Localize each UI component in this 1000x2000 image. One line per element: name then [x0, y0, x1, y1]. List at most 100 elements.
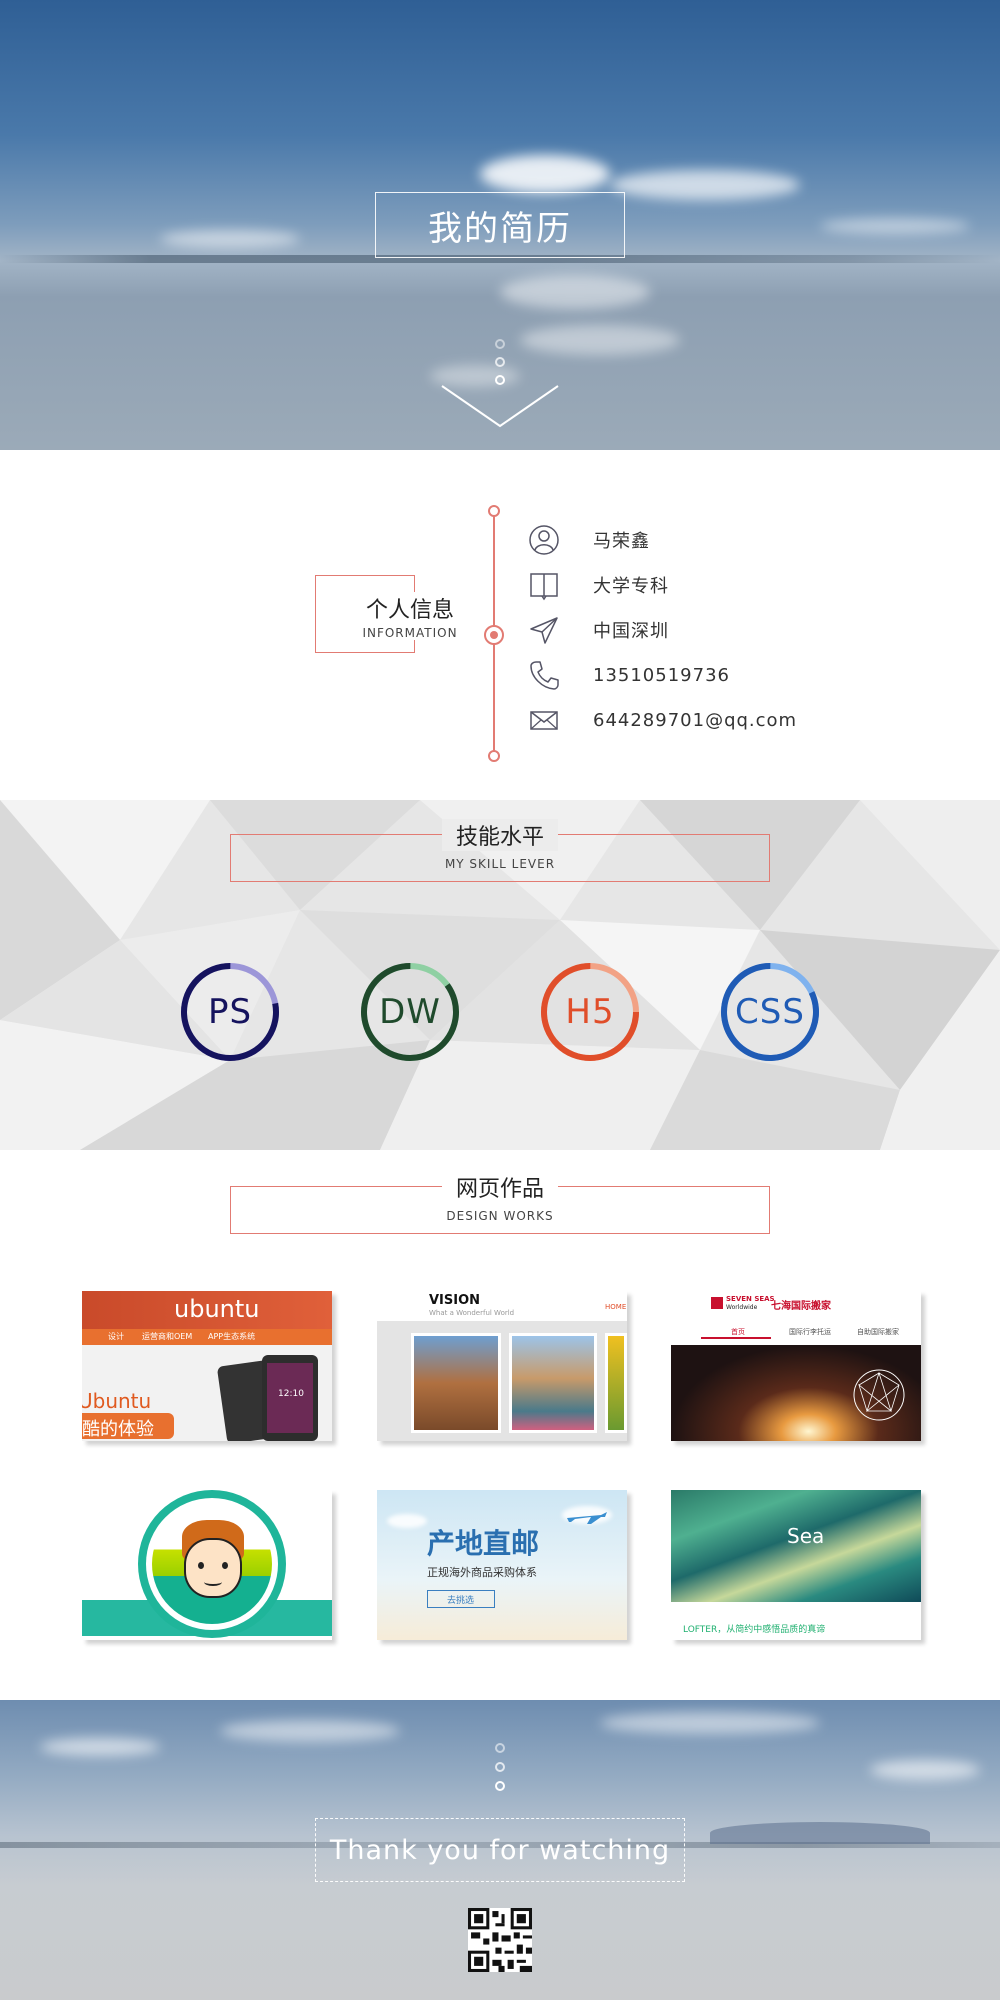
vision-brand: VISION	[429, 1293, 481, 1308]
gallery-photo	[509, 1333, 597, 1433]
info-location: 中国深圳	[593, 621, 669, 642]
seven-seas-nav-item: 自助国际搬家	[857, 1328, 899, 1336]
seven-seas-nav-item: 首页	[731, 1328, 745, 1336]
ubuntu-logo-text: ubuntu	[174, 1295, 260, 1323]
info-row-education: 大学专科	[527, 568, 669, 602]
info-row-email: 644289701@qq.com	[527, 703, 797, 737]
cloud	[610, 170, 800, 200]
gallery-photo	[605, 1333, 627, 1433]
globe-network-icon	[853, 1369, 905, 1421]
cloud	[160, 230, 300, 248]
work-thumbnail-avatar[interactable]	[82, 1490, 332, 1640]
mail-icon	[527, 703, 561, 737]
footer-banner: Thank you for watching	[0, 1700, 1000, 2000]
avatar-eye	[222, 1562, 228, 1569]
location-arrow-icon	[527, 613, 561, 647]
seven-seas-brand-sub: Worldwide	[726, 1304, 758, 1311]
skills-title-frame: 技能水平 MY SKILL LEVER	[230, 819, 770, 882]
ubuntu-hero-subtext: 酷的体验	[82, 1419, 154, 1440]
skill-css: CSS	[720, 962, 820, 1062]
seven-seas-nav-underline	[701, 1337, 771, 1339]
resume-page: 我的简历 个人信息 INFORMATION 马荣鑫 大学专科 中国深圳 1351…	[0, 0, 1000, 2000]
book-icon	[527, 568, 561, 602]
cloud	[40, 1738, 160, 1756]
seven-seas-nav-item: 国际行李托运	[789, 1328, 831, 1336]
skill-label: PS	[207, 992, 253, 1032]
phone-clock: 12:10	[278, 1389, 304, 1399]
hero-title: 我的简历	[375, 192, 625, 258]
work-thumbnail-chandi[interactable]: 产地直邮 正规海外商品采购体系 去挑选	[377, 1490, 627, 1640]
works-title-en: DESIGN WORKS	[446, 1209, 554, 1223]
cloud	[387, 1514, 427, 1528]
info-title-en: INFORMATION	[362, 626, 458, 640]
skills-title-zh: 技能水平	[441, 819, 559, 851]
hero-banner: 我的简历	[0, 0, 1000, 450]
info-title-zh: 个人信息	[365, 598, 454, 623]
info-education: 大学专科	[593, 576, 669, 597]
vision-tagline: What a Wonderful World	[429, 1309, 515, 1317]
cloud	[870, 1760, 980, 1780]
chevron-down-icon[interactable]	[440, 384, 560, 428]
seven-seas-cn-brand: 七海国际搬家	[771, 1301, 831, 1312]
cloud-reflection	[520, 325, 680, 355]
qr-code-icon[interactable]	[468, 1908, 532, 1972]
works-section: 网页作品 DESIGN WORKS ubuntu 设计 运营商和OEM APP生…	[0, 1150, 1000, 1700]
works-title-zh: 网页作品	[441, 1171, 559, 1203]
cloud	[480, 155, 610, 193]
avatar-mouth	[204, 1578, 222, 1586]
chandi-title: 产地直邮	[427, 1527, 540, 1560]
skills-title-en: MY SKILL LEVER	[444, 857, 556, 871]
user-icon	[527, 523, 561, 557]
avatar-eye	[198, 1562, 204, 1569]
chandi-subtitle: 正规海外商品采购体系	[427, 1566, 537, 1579]
cloud	[220, 1720, 400, 1742]
seven-seas-brand: SEVEN SEAS	[726, 1295, 775, 1303]
avatar-face	[184, 1538, 242, 1598]
work-thumbnail-vision[interactable]: VISION What a Wonderful World HOME	[377, 1291, 627, 1441]
personal-info-section: 个人信息 INFORMATION 马荣鑫 大学专科 中国深圳 135105197…	[0, 450, 1000, 800]
scroll-dot	[495, 1762, 505, 1772]
ubuntu-hero-text: Ubuntu	[82, 1389, 152, 1413]
gallery-photo	[411, 1333, 501, 1433]
work-thumbnail-seven-seas[interactable]: SEVEN SEAS Worldwide 七海国际搬家 首页 国际行李托运 自助…	[671, 1291, 921, 1441]
skill-dw: DW	[360, 962, 460, 1062]
sea-title: Sea	[787, 1524, 825, 1548]
skill-label: H5	[565, 992, 615, 1032]
timeline-node-center	[490, 631, 498, 639]
ubuntu-nav-item: 设计	[108, 1332, 124, 1341]
skill-label: DW	[379, 992, 441, 1032]
skills-section: 技能水平 MY SKILL LEVER PS DW H5 CSS	[0, 800, 1000, 1150]
ubuntu-nav-item: APP生态系统	[208, 1332, 256, 1341]
works-title-frame: 网页作品 DESIGN WORKS	[230, 1171, 770, 1234]
scroll-dot	[495, 1781, 505, 1791]
vision-nav-link: HOME	[605, 1303, 627, 1311]
timeline-node	[488, 750, 500, 762]
mountain-silhouette	[710, 1822, 930, 1844]
chandi-button-label: 去挑选	[447, 1596, 475, 1606]
info-row-location: 中国深圳	[527, 613, 669, 647]
cloud	[820, 218, 970, 234]
skill-h5: H5	[540, 962, 640, 1062]
cloud-reflection	[500, 275, 650, 309]
cloud	[600, 1712, 820, 1734]
airplane-icon	[567, 1512, 607, 1524]
timeline-node	[488, 505, 500, 517]
work-thumbnail-sea[interactable]: Sea LOFTER，从简约中感悟品质的真谛	[671, 1490, 921, 1640]
work-thumbnail-ubuntu[interactable]: ubuntu 设计 运营商和OEM APP生态系统 Ubuntu 酷的体验 12…	[82, 1291, 332, 1441]
scroll-dot	[495, 1743, 505, 1753]
info-title: 个人信息 INFORMATION	[355, 592, 465, 640]
sea-caption: LOFTER，从简约中感悟品质的真谛	[683, 1625, 826, 1635]
thanks-message: Thank you for watching	[315, 1818, 685, 1882]
seven-seas-logo-mark	[711, 1297, 723, 1309]
skill-ps: PS	[180, 962, 280, 1062]
info-name: 马荣鑫	[593, 531, 650, 552]
phone-icon	[527, 658, 561, 692]
info-row-phone: 13510519736	[527, 658, 730, 692]
info-phone[interactable]: 13510519736	[593, 665, 730, 686]
scroll-dot	[495, 357, 505, 367]
skill-label: CSS	[735, 992, 805, 1032]
info-email[interactable]: 644289701@qq.com	[593, 710, 797, 731]
scroll-dot	[495, 339, 505, 349]
info-row-name: 马荣鑫	[527, 523, 650, 557]
ubuntu-nav-item: 运营商和OEM	[142, 1332, 193, 1341]
